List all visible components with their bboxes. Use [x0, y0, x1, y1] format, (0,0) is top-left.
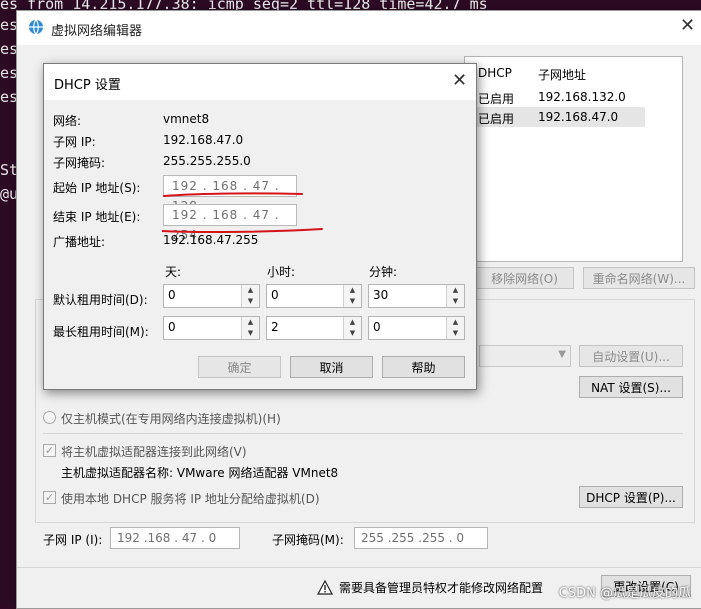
default-lease-days-stepper[interactable]: 0 ▲ ▼: [163, 284, 260, 308]
use-dhcp-label: 使用本地 DHCP 服务将 IP 地址分配给虚拟机(D): [61, 492, 320, 506]
list-cell-dhcp: 已启用: [478, 92, 515, 106]
host-only-radio[interactable]: [43, 411, 56, 424]
stepper-arrows[interactable]: ▲ ▼: [446, 317, 464, 339]
subnet-mask-label: 子网掩码:: [53, 156, 106, 170]
stepper-arrows[interactable]: ▲ ▼: [343, 317, 361, 339]
divider: [17, 567, 701, 568]
subnet-mask-value: 255.255.255.0: [163, 154, 251, 168]
chevron-up-icon[interactable]: ▲: [447, 285, 464, 296]
subnet-ip-label: 子网 IP (I):: [43, 533, 103, 547]
chevron-up-icon[interactable]: ▲: [344, 285, 361, 296]
dialog-titlebar: DHCP 设置 ✕: [44, 64, 476, 100]
list-row-selected[interactable]: 已启用 192.168.47.0: [465, 107, 645, 127]
red-underline-annotation: [162, 192, 323, 234]
ok-button[interactable]: 确定: [198, 356, 281, 378]
list-cell-subnet: 192.168.132.0: [538, 90, 626, 104]
connect-adapter-checkbox[interactable]: ✓: [43, 444, 56, 457]
close-icon[interactable]: ✕: [680, 15, 695, 36]
network-globe-icon: [28, 19, 44, 35]
stepper-value: 0: [168, 320, 176, 334]
close-icon[interactable]: ✕: [452, 70, 467, 91]
max-lease-hours-stepper[interactable]: 2 ▲ ▼: [266, 316, 362, 340]
default-lease-label: 默认租用时间(D):: [53, 293, 148, 307]
chevron-down-icon[interactable]: ▼: [242, 328, 259, 339]
end-ip-label: 结束 IP 地址(E):: [53, 210, 141, 224]
help-button[interactable]: 帮助: [382, 356, 465, 378]
stepper-arrows[interactable]: ▲ ▼: [241, 285, 259, 307]
chevron-down-icon[interactable]: ▼: [344, 328, 361, 339]
stepper-value: 30: [373, 288, 389, 302]
host-only-label: 仅主机模式(在专用网络内连接虚拟机)(H): [61, 412, 281, 426]
list-cell-subnet: 192.168.47.0: [538, 110, 619, 124]
chevron-down-icon[interactable]: ▼: [447, 296, 464, 307]
connect-adapter-label: 将主机虚拟适配器连接到此网络(V): [61, 445, 247, 459]
stepper-value: 0: [271, 288, 279, 302]
subnet-mask-field[interactable]: 255 .255 .255 . 0: [354, 527, 488, 549]
stepper-value: 0: [168, 288, 176, 302]
dhcp-settings-dialog: DHCP 设置 ✕ 网络: vmnet8 子网 IP: 192.168.47.0…: [43, 63, 477, 390]
dialog-title: DHCP 设置: [54, 78, 121, 93]
main-window-title: 虚拟网络编辑器: [51, 24, 143, 39]
main-titlebar: 虚拟网络编辑器 ✕: [17, 11, 701, 45]
network-label: 网络:: [53, 114, 82, 128]
default-lease-minutes-stepper[interactable]: 30 ▲ ▼: [368, 284, 465, 308]
rename-network-button[interactable]: 重命名网络(W)...: [583, 267, 695, 289]
stepper-arrows[interactable]: ▲ ▼: [446, 285, 464, 307]
cancel-button[interactable]: 取消: [290, 356, 373, 378]
hours-column-header: 小时:: [267, 265, 296, 279]
chevron-up-icon[interactable]: ▲: [344, 317, 361, 328]
chevron-up-icon[interactable]: ▲: [242, 317, 259, 328]
watermark: CSDN @瓜是瓜皮的瓜: [558, 586, 691, 601]
stepper-arrows[interactable]: ▲ ▼: [343, 285, 361, 307]
dhcp-settings-button[interactable]: DHCP 设置(P)...: [579, 486, 683, 508]
auto-settings-button[interactable]: 自动设置(U)...: [579, 345, 683, 367]
default-lease-hours-stepper[interactable]: 0 ▲ ▼: [266, 284, 362, 308]
list-header-dhcp: DHCP: [478, 66, 512, 80]
adapter-name-label: 主机虚拟适配器名称: VMware 网络适配器 VMnet8: [61, 466, 339, 480]
broadcast-label: 广播地址:: [53, 235, 106, 249]
max-lease-label: 最长租用时间(M):: [53, 325, 149, 339]
subnet-mask-label: 子网掩码(M):: [272, 533, 344, 547]
use-dhcp-checkbox[interactable]: ✓: [43, 491, 56, 504]
list-header-subnet: 子网地址: [538, 68, 587, 82]
bridge-adapter-select[interactable]: ▼: [479, 345, 571, 367]
list-row[interactable]: 已启用 192.168.132.0: [465, 87, 682, 107]
max-lease-minutes-stepper[interactable]: 0 ▲ ▼: [368, 316, 465, 340]
chevron-down-icon: ▼: [558, 349, 566, 360]
divider: [43, 433, 683, 434]
subnet-ip-field[interactable]: 192 .168 . 47 . 0: [110, 527, 240, 549]
days-column-header: 天:: [165, 265, 182, 279]
stepper-value: 0: [373, 320, 381, 334]
start-ip-label: 起始 IP 地址(S):: [53, 181, 141, 195]
warning-icon: [316, 579, 334, 596]
chevron-down-icon[interactable]: ▼: [344, 296, 361, 307]
subnet-ip-value: 192.168.47.0: [163, 133, 244, 147]
admin-notice: 需要具备管理员特权才能修改网络配置: [339, 581, 544, 595]
chevron-up-icon[interactable]: ▲: [242, 285, 259, 296]
network-list[interactable]: DHCP 子网地址 已启用 192.168.132.0 已启用 192.168.…: [464, 56, 683, 262]
network-value: vmnet8: [163, 112, 210, 126]
chevron-down-icon[interactable]: ▼: [242, 296, 259, 307]
minutes-column-header: 分钟:: [369, 265, 398, 279]
nat-settings-button[interactable]: NAT 设置(S)...: [579, 376, 683, 398]
max-lease-days-stepper[interactable]: 0 ▲ ▼: [163, 316, 260, 340]
stepper-arrows[interactable]: ▲ ▼: [241, 317, 259, 339]
list-cell-dhcp: 已启用: [478, 112, 515, 126]
chevron-down-icon[interactable]: ▼: [447, 328, 464, 339]
remove-network-button[interactable]: 移除网络(O): [475, 267, 574, 289]
subnet-ip-label: 子网 IP:: [53, 135, 96, 149]
stepper-value: 2: [271, 320, 279, 334]
chevron-up-icon[interactable]: ▲: [447, 317, 464, 328]
